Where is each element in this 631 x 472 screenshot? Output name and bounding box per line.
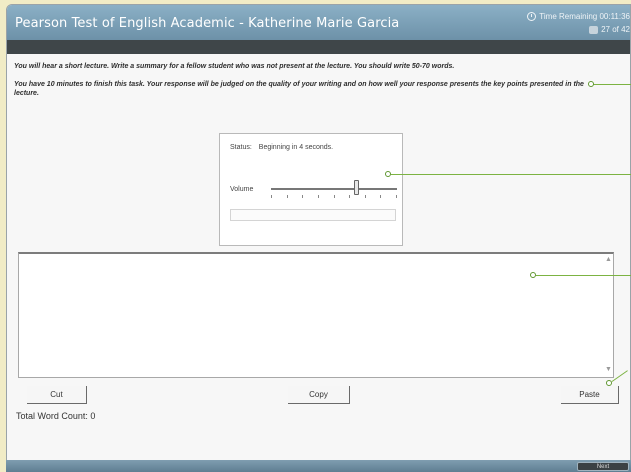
player-status: Status: Beginning in 4 seconds. bbox=[230, 144, 333, 151]
instruction-line-1: You will hear a short lecture. Write a s… bbox=[14, 63, 455, 70]
progress-icon bbox=[589, 25, 599, 34]
playback-progress-bar bbox=[230, 209, 396, 221]
callout-dot-instructions bbox=[588, 81, 594, 87]
time-remaining: Time Remaining 00:11:36 bbox=[527, 12, 630, 21]
window-title: Pearson Test of English Academic - Kathe… bbox=[15, 16, 400, 31]
volume-label: Volume bbox=[230, 186, 254, 193]
callout-dot-paste bbox=[606, 380, 612, 386]
header-divider-bar bbox=[7, 40, 630, 54]
callout-line-instructions bbox=[593, 84, 631, 85]
question-progress: 27 of 42 bbox=[589, 25, 630, 34]
scroll-up-icon[interactable]: ▲ bbox=[604, 255, 613, 264]
volume-slider-track[interactable] bbox=[271, 188, 397, 190]
copy-button[interactable]: Copy bbox=[288, 386, 350, 404]
title-bar: Pearson Test of English Academic - Kathe… bbox=[7, 5, 630, 40]
paste-button[interactable]: Paste bbox=[561, 386, 619, 404]
status-value: Beginning in 4 seconds. bbox=[258, 144, 334, 151]
callout-dot-answer bbox=[530, 272, 536, 278]
task-instructions: You will hear a short lecture. Write a s… bbox=[14, 62, 604, 98]
clock-icon bbox=[527, 12, 537, 21]
summary-answer-box[interactable] bbox=[18, 252, 614, 378]
scroll-down-icon[interactable]: ▼ bbox=[604, 365, 613, 374]
timer-label: Time Remaining 00:11:36 bbox=[539, 12, 630, 21]
volume-slider-handle[interactable] bbox=[354, 180, 360, 195]
callout-dot-player bbox=[385, 171, 391, 177]
callout-line-answer bbox=[536, 275, 631, 276]
progress-label: 27 of 42 bbox=[601, 25, 630, 34]
footer-bar: Next bbox=[6, 460, 631, 472]
audio-player: Status: Beginning in 4 seconds. Volume bbox=[219, 133, 403, 246]
next-button[interactable]: Next bbox=[577, 462, 629, 471]
status-label: Status: bbox=[230, 144, 252, 151]
instruction-line-2: You have 10 minutes to finish this task.… bbox=[14, 81, 584, 97]
callout-line-player bbox=[391, 174, 631, 175]
volume-ticks bbox=[271, 195, 397, 199]
cut-button[interactable]: Cut bbox=[27, 386, 87, 404]
total-word-count: Total Word Count: 0 bbox=[16, 411, 96, 421]
